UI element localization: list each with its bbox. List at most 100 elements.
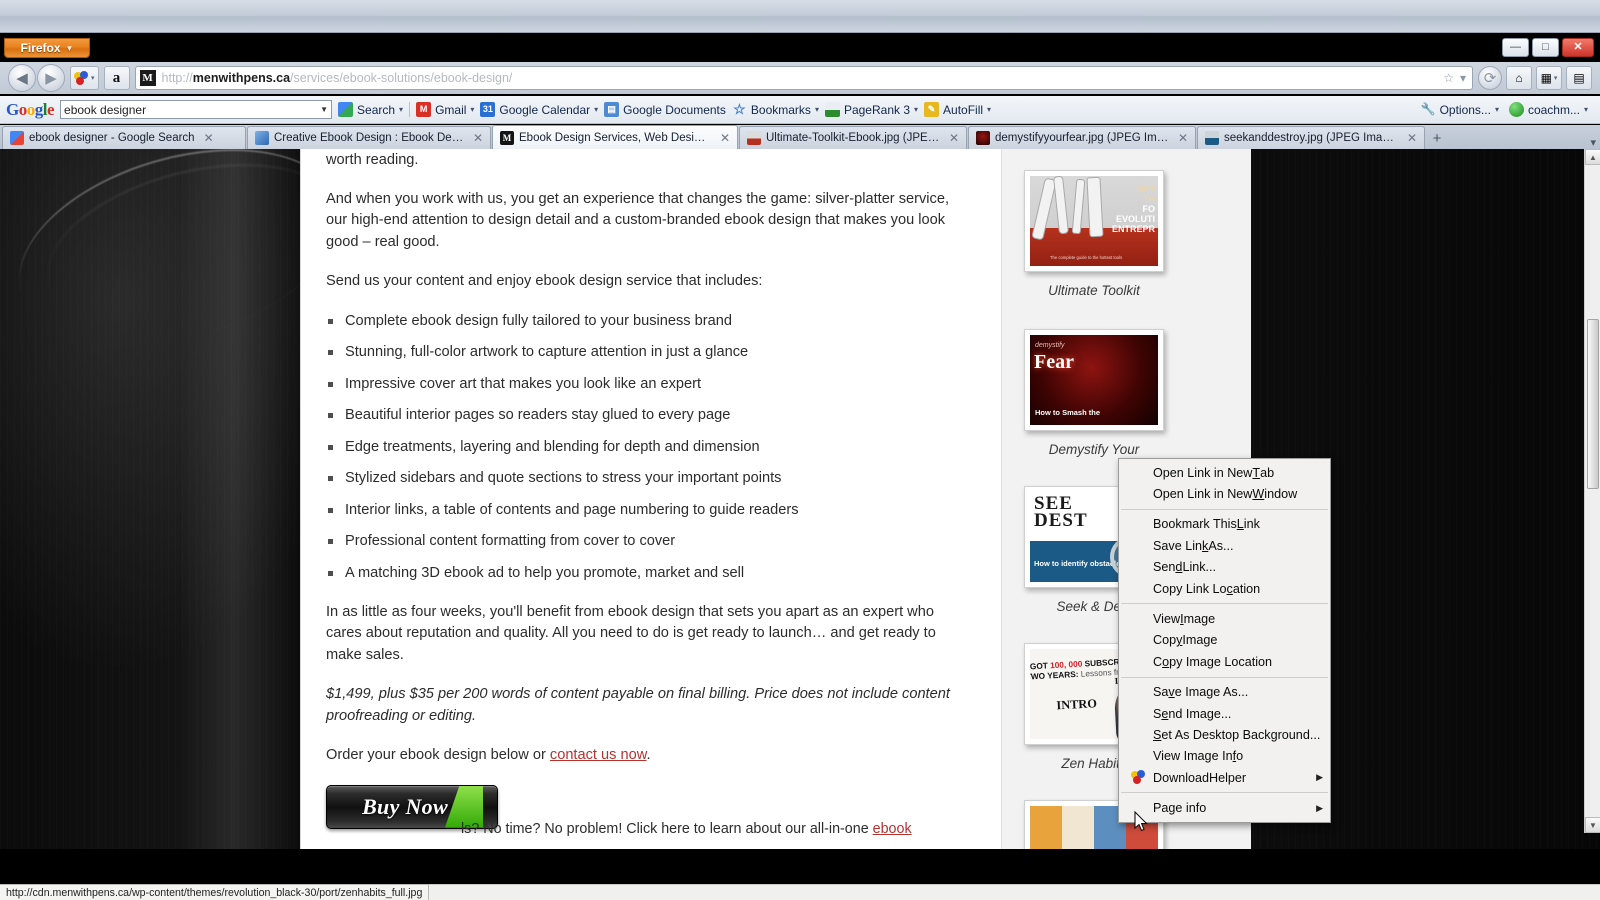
image-icon <box>976 131 990 145</box>
menu-item-label: DownloadHelper <box>1153 770 1247 785</box>
extension-button-1[interactable]: ▦ ▾ <box>1536 66 1562 90</box>
autofill-icon: ✎ <box>924 102 940 117</box>
menu-item-downloadhelper[interactable]: DownloadHelper ▶ <box>1119 767 1330 788</box>
tab-close-icon[interactable]: ✕ <box>1407 131 1417 145</box>
google-toolbar-label: Google Documents <box>623 102 726 117</box>
menu-item-save-link-as[interactable]: Save Lin k As... <box>1119 535 1330 556</box>
minimize-button[interactable]: — <box>1502 38 1529 57</box>
thumbnail[interactable]: GET TH FO EVOLUTI ENTREPR The complete g… <box>1024 170 1164 272</box>
scroll-up-button[interactable]: ▲ <box>1585 149 1600 165</box>
account-avatar-icon <box>1508 102 1524 117</box>
cover-title-line2: TH <box>1143 194 1155 204</box>
google-toolbar-options[interactable]: 🔧 Options... ▾ <box>1421 102 1499 117</box>
cover-small-text: demystify <box>1035 342 1065 349</box>
menu-item-label: Sa <box>1153 685 1169 700</box>
tab-demystifyyourfear-jpg[interactable]: demystifyyourfear.jpg (JPEG Image, 7... … <box>968 126 1196 149</box>
tab-close-icon[interactable]: ✕ <box>473 131 483 145</box>
google-icon <box>338 102 354 117</box>
scroll-down-button[interactable]: ▼ <box>1585 817 1600 833</box>
google-search-input[interactable]: ebook designer ▼ <box>60 100 333 119</box>
google-toolbar-item-autofill[interactable]: ✎ AutoFill ▾ <box>924 102 991 117</box>
menu-item-label-after: nd Image... <box>1168 706 1232 721</box>
portfolio-item-demystify-your-fear[interactable]: demystify Fear How to Smash the Demystif… <box>1024 329 1164 457</box>
menu-item-accel: W <box>1252 487 1265 502</box>
home-icon: ⌂ <box>1515 71 1523 85</box>
menu-item-send-link[interactable]: Sen d Link... <box>1119 557 1330 578</box>
menu-item-label-after: e Image As... <box>1174 685 1249 700</box>
address-bar-actions: ☆ ▾ <box>1443 71 1468 85</box>
image-icon <box>747 131 761 145</box>
thumbnail[interactable]: demystify Fear How to Smash the <box>1024 329 1164 431</box>
google-toolbar-item-pagerank[interactable]: PageRank 3 ▾ <box>824 102 918 117</box>
menu-separator <box>1121 676 1328 678</box>
address-bar[interactable]: M http://menwithpens.ca/services/ebook-s… <box>134 66 1473 90</box>
menu-item-copy-image-location[interactable]: Co py Image Location <box>1119 651 1330 672</box>
menu-item-set-as-desktop-background[interactable]: Set As Desktop Background... <box>1119 724 1330 745</box>
menu-item-copy-image[interactable]: Cop y Image <box>1119 630 1330 651</box>
menu-separator <box>1121 508 1328 510</box>
home-button[interactable]: ⌂ <box>1506 66 1532 90</box>
tab-creative-ebook-design[interactable]: Creative Ebook Design : Ebook Desig... ✕ <box>247 126 491 149</box>
chevron-down-icon: ▾ <box>91 75 95 82</box>
chevron-down-icon[interactable]: ▾ <box>1460 71 1466 85</box>
vertical-scrollbar[interactable]: ▲ ▼ <box>1584 149 1600 833</box>
scrollbar-thumb[interactable] <box>1587 319 1599 489</box>
tab-ebook-designer-google-search[interactable]: ebook designer - Google Search ✕ <box>2 126 246 149</box>
image-icon <box>1205 131 1219 145</box>
menu-item-save-image-as[interactable]: Sa v e Image As... <box>1119 682 1330 703</box>
portfolio-item-ultimate-toolkit[interactable]: GET TH FO EVOLUTI ENTREPR The complete g… <box>1024 170 1164 298</box>
menu-item-send-image[interactable]: Se nd Image... <box>1119 703 1330 724</box>
google-toolbar-item-calendar[interactable]: 31 Google Calendar ▾ <box>480 102 598 117</box>
cover-title-line1: GET <box>1136 184 1155 194</box>
amazon-toolbar-button[interactable]: a <box>103 66 130 90</box>
google-toolbar-account[interactable]: coachm... ▾ <box>1508 102 1588 117</box>
menu-item-accel: S <box>1153 727 1162 742</box>
puzzle-icon: ▦ <box>1540 71 1552 85</box>
google-toolbar-item-bookmarks[interactable]: ☆ Bookmarks ▾ <box>732 102 819 117</box>
tab-close-icon[interactable]: ✕ <box>949 131 959 145</box>
navigation-toolbar: ◀ ▶ ▾ a M http://menwithpens.ca/services… <box>0 62 1600 94</box>
cover-title-line3: FO <box>1142 204 1156 214</box>
google-toolbar-item-gmail[interactable]: M Gmail ▾ <box>416 102 474 117</box>
tab-close-icon[interactable]: ✕ <box>720 131 730 145</box>
cover-intro-label: INTRO <box>1056 697 1098 713</box>
tab-close-icon[interactable]: ✕ <box>204 131 214 145</box>
menu-item-bookmark-this-link[interactable]: Bookmark This Link <box>1119 514 1330 535</box>
chevron-down-icon[interactable]: ▼ <box>320 105 328 114</box>
tab-ebook-design-services[interactable]: M Ebook Design Services, Web Design S...… <box>492 125 738 149</box>
close-button[interactable]: ✕ <box>1562 38 1594 57</box>
tab-list-icon[interactable]: ▾ <box>1590 136 1596 149</box>
chevron-down-icon: ▾ <box>594 105 599 114</box>
menu-item-open-link-new-tab[interactable]: Open Link in New Tab <box>1119 462 1330 483</box>
google-toolbar-label: Bookmarks <box>750 102 811 117</box>
google-toolbar-item-documents[interactable]: ▤ Google Documents <box>604 102 726 117</box>
cover-title-line5: ENTREPR <box>1111 224 1155 234</box>
context-menu[interactable]: Open Link in New Tab Open Link in New Wi… <box>1118 458 1331 823</box>
tab-ultimate-toolkit-jpg[interactable]: Ultimate-Toolkit-Ebook.jpg (JPEG Im... ✕ <box>739 126 967 149</box>
back-button[interactable]: ◀ <box>8 64 36 92</box>
google-toolbar-item-search[interactable]: Search ▾ <box>338 102 403 117</box>
google-toolbar-label: AutoFill <box>943 102 984 117</box>
paragraph-order: Order your ebook design below or contact… <box>326 745 951 767</box>
maximize-button[interactable]: □ <box>1532 38 1559 57</box>
new-tab-button[interactable]: + <box>1426 127 1448 149</box>
firefox-menu-button[interactable]: Firefox ▼ <box>4 38 90 58</box>
list-item: Edge treatments, layering and blending f… <box>326 437 951 458</box>
menu-item-copy-link-location[interactable]: Copy Link Lo c ation <box>1119 578 1330 599</box>
menu-item-open-link-new-window[interactable]: Open Link in New Window <box>1119 483 1330 504</box>
ebook-link[interactable]: ebook <box>873 821 912 837</box>
extension-button-2[interactable]: ▤ <box>1566 66 1592 90</box>
bookmark-star-icon[interactable]: ☆ <box>1443 71 1454 85</box>
tab-seekanddestroy-jpg[interactable]: seekanddestroy.jpg (JPEG Image, 792... ✕ <box>1197 126 1425 149</box>
menu-item-view-image[interactable]: View Image <box>1119 608 1330 629</box>
contact-us-link[interactable]: contact us now <box>550 747 647 763</box>
google-toolbar: Google ebook designer ▼ Search ▾ M Gmail… <box>0 96 1600 124</box>
thumbnail-image: GET TH FO EVOLUTI ENTREPR The complete g… <box>1030 176 1158 266</box>
forward-button[interactable]: ▶ <box>37 64 65 92</box>
menu-item-label: View <box>1153 612 1181 627</box>
menu-item-view-image-info[interactable]: View Image In f o <box>1119 746 1330 767</box>
tab-close-icon[interactable]: ✕ <box>1178 131 1188 145</box>
downloadhelper-toolbar-button[interactable]: ▾ <box>70 66 99 90</box>
firefox-menu-label: Firefox <box>20 41 61 55</box>
reload-button[interactable]: ⟳ <box>1478 66 1502 90</box>
